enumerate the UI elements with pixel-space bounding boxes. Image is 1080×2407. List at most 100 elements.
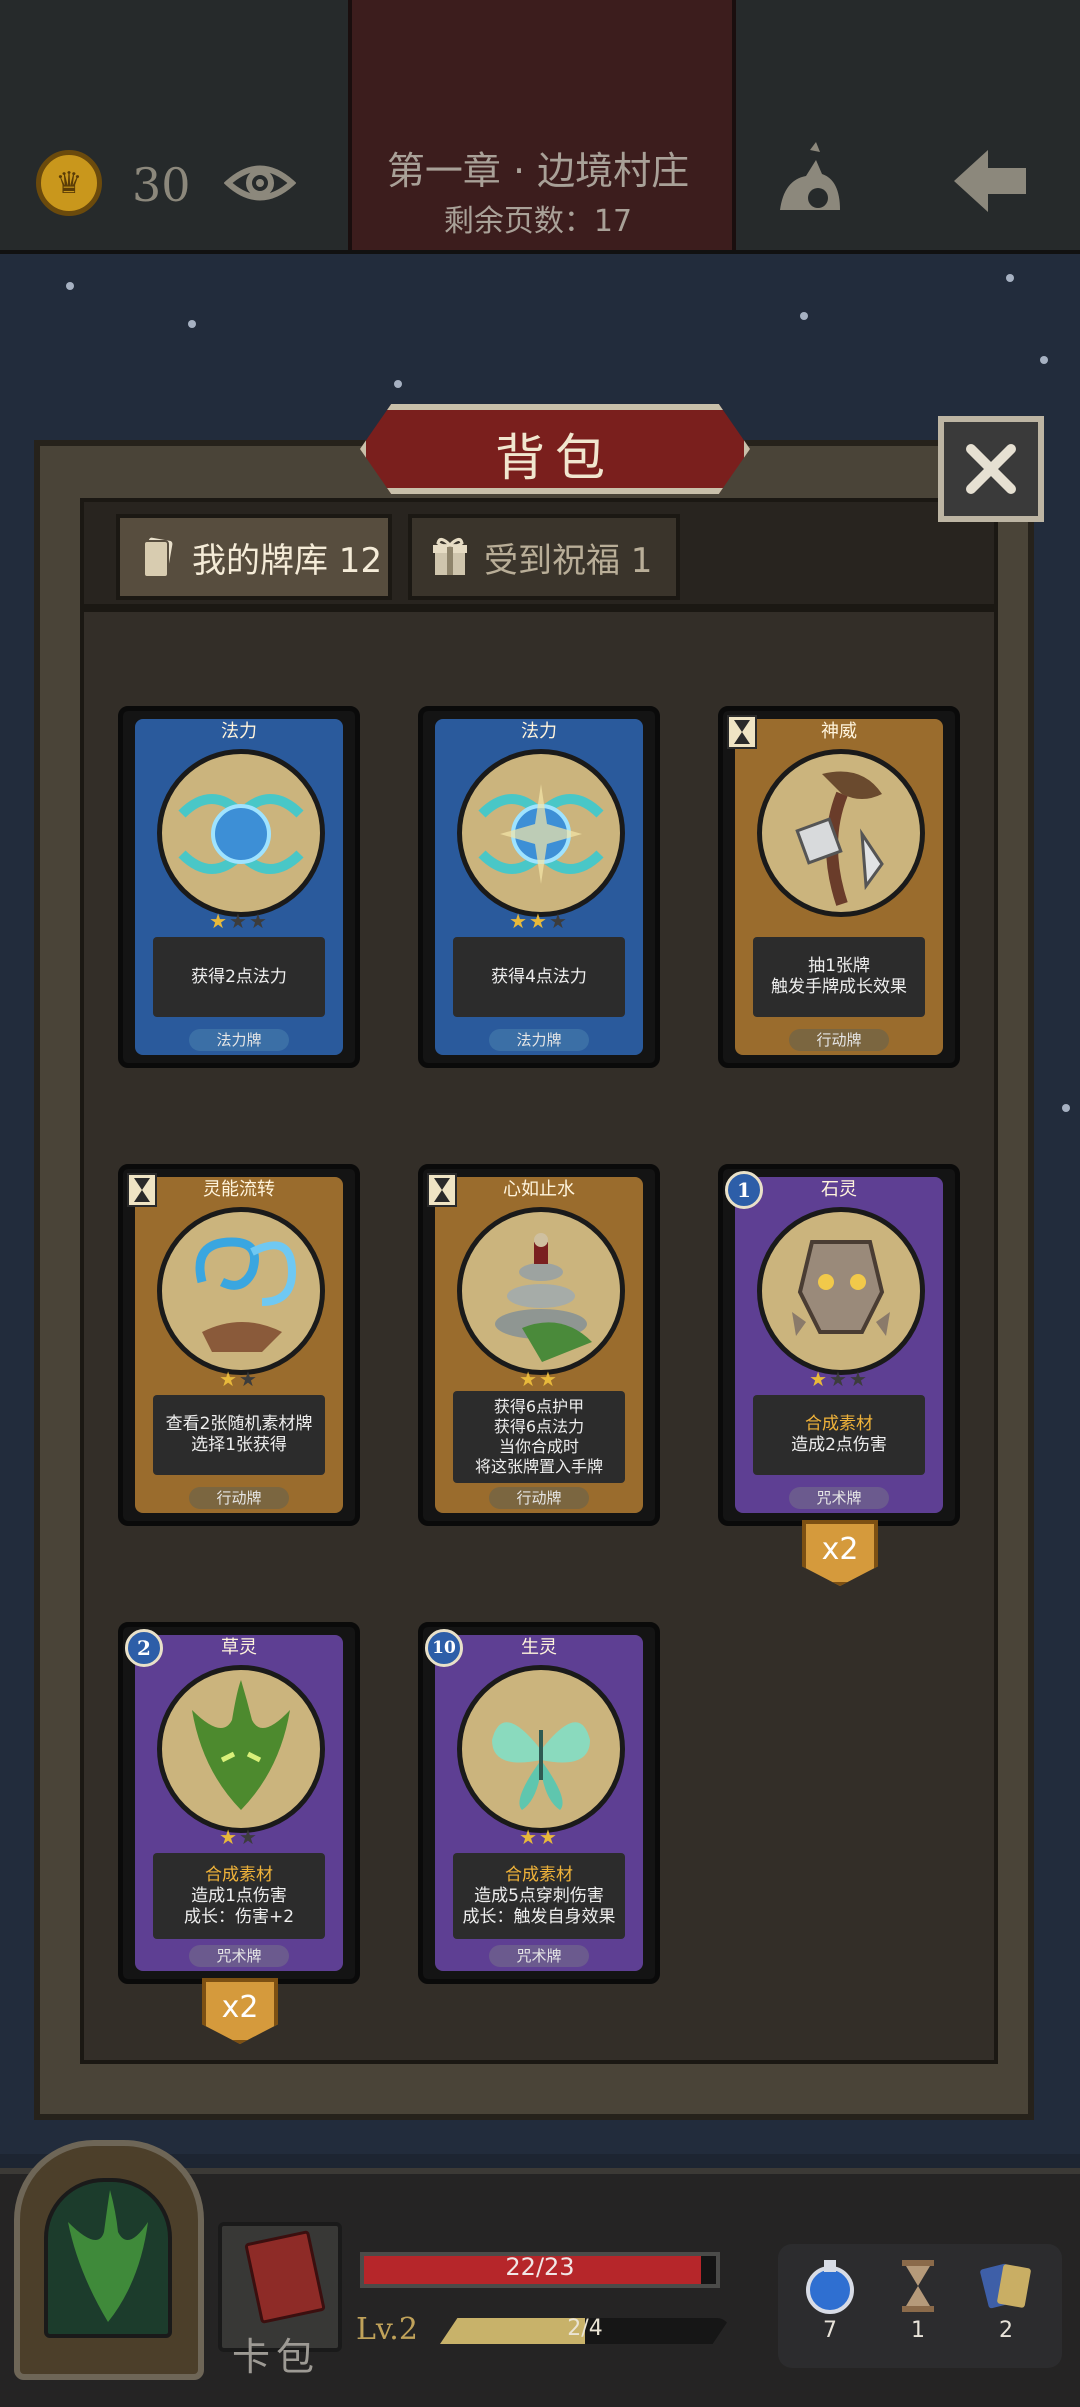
star-rating: ★★: [219, 1825, 259, 1849]
card-art-butterfly: [457, 1665, 625, 1833]
card-type: 法力牌: [189, 1029, 289, 1051]
card-stone-spirit[interactable]: 石灵 1 ★★★ 合成素材 造成2点伤害 咒术牌: [718, 1164, 960, 1526]
card-life-spirit[interactable]: 生灵 10 ★★ 合成素材 造成5点穿刺伤害 成长：触发自身效果 咒术牌: [418, 1622, 660, 1984]
card-type: 行动牌: [189, 1487, 289, 1509]
cost-badge: 1: [725, 1171, 763, 1209]
inventory-cards[interactable]: 2: [976, 2256, 1036, 2343]
desc-line: 造成1点伤害: [191, 1885, 287, 1906]
snowflake: [1006, 274, 1014, 282]
card-description: 获得4点法力: [453, 937, 625, 1017]
close-icon: [966, 444, 1016, 494]
desc-line: 合成素材: [205, 1864, 273, 1885]
card-art-mana-orb: [157, 749, 325, 917]
back-arrow-icon[interactable]: [950, 146, 1030, 216]
card-mana-2[interactable]: 法力 ★★★ 获得4点法力 法力牌: [418, 706, 660, 1068]
card-name: 灵能流转: [203, 1179, 275, 1200]
star-rating: ★★: [219, 1367, 259, 1391]
card-description: 抽1张牌 触发手牌成长效果: [753, 937, 925, 1017]
star-rating: ★★★: [209, 909, 269, 933]
card-description: 获得6点护甲 获得6点法力 当你合成时 将这张牌置入手牌: [453, 1391, 625, 1483]
hourglass-icon: [127, 1173, 157, 1207]
snowflake: [188, 320, 196, 328]
desc-line: 合成素材: [505, 1864, 573, 1885]
dialog-title: 背包: [495, 429, 615, 487]
card-mana-1[interactable]: 法力 ★★★ 获得2点法力 法力牌: [118, 706, 360, 1068]
desc-line: 当你合成时: [498, 1437, 579, 1456]
card-type: 咒术牌: [189, 1945, 289, 1967]
card-psionic-flow[interactable]: 灵能流转 ★★ 查看2张随机素材牌 选择1张获得 行动牌: [118, 1164, 360, 1526]
card-art-stone-stack: [457, 1207, 625, 1375]
desc-line: 造成2点伤害: [791, 1435, 887, 1455]
desc-line: 成长：伤害+2: [183, 1906, 295, 1927]
snowflake: [1062, 1104, 1070, 1112]
close-button[interactable]: [938, 416, 1044, 522]
plant-icon: [68, 2190, 148, 2322]
chapter-title: 第一章 · 边境村庄: [386, 149, 690, 193]
tab-blessings[interactable]: 受到祝福 1: [408, 514, 680, 600]
card-type: 行动牌: [789, 1029, 889, 1051]
desc-line: 成长：触发自身效果: [462, 1906, 616, 1927]
desc-line: 获得4点法力: [491, 966, 587, 987]
card-description: 合成素材 造成1点伤害 成长：伤害+2: [153, 1853, 325, 1939]
card-art-stone-golem: [757, 1207, 925, 1375]
inventory-hourglass[interactable]: 1: [888, 2256, 948, 2343]
hp-text: 22/23: [505, 2253, 575, 2281]
star-rating: ★★★: [809, 1367, 869, 1391]
desc-line: 造成5点穿刺伤害: [474, 1885, 604, 1906]
tab-blessings-label: 受到祝福 1: [484, 540, 653, 581]
desc-line: 获得6点法力: [493, 1417, 585, 1436]
card-icon: [143, 537, 173, 578]
gift-icon: [433, 538, 467, 575]
card-divine-power[interactable]: 神威 抽1张牌 触发手牌成长效果 行动牌: [718, 706, 960, 1068]
snowflake: [1040, 356, 1048, 364]
card-art-water-swirl: [157, 1207, 325, 1375]
desc-line: 将这张牌置入手牌: [474, 1457, 603, 1476]
desc-line: 触发手牌成长效果: [771, 977, 907, 997]
coin-icon: ♛: [36, 150, 102, 216]
inventory-potion[interactable]: 7: [800, 2256, 860, 2343]
tab-my-deck[interactable]: 我的牌库 12: [116, 514, 392, 600]
snowflake: [800, 312, 808, 320]
card-grass-spirit[interactable]: 草灵 2 ★★ 合成素材 造成1点伤害 成长：伤害+2 咒术牌: [118, 1622, 360, 1984]
card-art-hand-stones: [757, 749, 925, 917]
desc-line: 获得6点护甲: [493, 1397, 585, 1416]
potion-count: 7: [823, 2318, 837, 2343]
star-rating: ★★: [519, 1825, 559, 1849]
coin-count: 30: [132, 158, 191, 212]
hourglass-icon: [902, 2260, 934, 2312]
card-calm-mind[interactable]: 心如止水 ★★ 获得6点护甲 获得6点法力 当你合成时 将这张牌置入手牌 行动牌: [418, 1164, 660, 1526]
cards-count: 2: [999, 2318, 1013, 2343]
hourglass-icon: [427, 1173, 457, 1207]
level-text: Lv.2: [356, 2312, 418, 2347]
card-name: 神威: [821, 721, 857, 742]
card-name: 法力: [521, 721, 557, 742]
star-rating: ★★★: [509, 909, 569, 933]
card-description: 合成素材 造成2点伤害: [753, 1395, 925, 1475]
hourglass-icon: [727, 715, 757, 749]
cards-icon: [980, 2263, 1031, 2309]
star-rating: ★★: [519, 1367, 559, 1391]
cost-badge: 10: [425, 1629, 463, 1667]
card-type: 咒术牌: [789, 1487, 889, 1509]
cost-badge: 2: [125, 1629, 163, 1667]
desc-line: 查看2张随机素材牌: [165, 1414, 313, 1434]
pages-left: 剩余页数：17: [443, 204, 633, 239]
card-type: 法力牌: [489, 1029, 589, 1051]
potion-icon: [806, 2260, 854, 2314]
desc-line: 选择1张获得: [191, 1435, 287, 1455]
card-description: 合成素材 造成5点穿刺伤害 成长：触发自身效果: [453, 1853, 625, 1939]
pet-icon[interactable]: [770, 140, 850, 220]
desc-line: 获得2点法力: [191, 966, 287, 987]
deck-label: 卡包: [232, 2335, 321, 2379]
desc-line: 合成素材: [805, 1414, 873, 1434]
card-type: 咒术牌: [489, 1945, 589, 1967]
card-name: 心如止水: [503, 1179, 575, 1200]
tab-my-deck-label: 我的牌库 12: [192, 540, 383, 581]
snowflake: [394, 380, 402, 388]
card-art-grass-spirit: [157, 1665, 325, 1833]
eye-icon[interactable]: [224, 156, 296, 210]
desc-line: 抽1张牌: [808, 956, 870, 976]
card-description: 查看2张随机素材牌 选择1张获得: [153, 1395, 325, 1475]
card-description: 获得2点法力: [153, 937, 325, 1017]
card-art-mana-orb: [457, 749, 625, 917]
